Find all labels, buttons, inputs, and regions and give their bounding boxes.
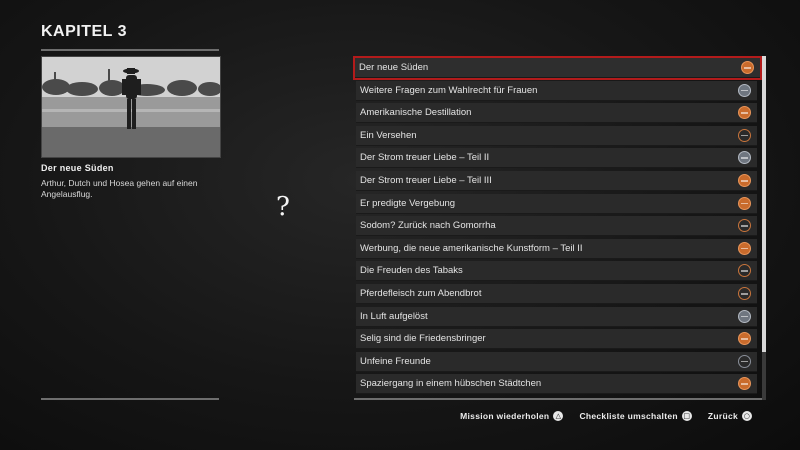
chapter-title: KAPITEL 3 — [41, 23, 127, 40]
silver-medal-icon — [738, 151, 751, 165]
mission-row-label: Sodom? Zurück nach Gomorrha — [360, 220, 496, 232]
mission-row[interactable]: Der Strom treuer Liebe – Teil III — [356, 171, 757, 191]
back-prompt[interactable]: Zurück ○ — [708, 411, 752, 421]
mission-row[interactable]: Pferdefleisch zum Abendbrot — [356, 284, 757, 304]
left-top-divider — [41, 49, 219, 51]
button-prompts: Mission wiederholen △ Checkliste umschal… — [460, 411, 752, 421]
mission-row-label: Weitere Fragen zum Wahlrecht für Frauen — [360, 84, 538, 96]
mission-row-label: Er predigte Vergebung — [360, 197, 456, 209]
mission-row[interactable]: Selig sind die Friedensbringer — [356, 329, 757, 350]
mission-row[interactable]: Sodom? Zurück nach Gomorrha — [356, 216, 757, 237]
back-label: Zurück — [707, 411, 738, 421]
none-medal-icon — [738, 354, 751, 368]
bronze-medal-icon — [738, 128, 751, 142]
mission-row-label: Der Strom treuer Liebe – Teil III — [360, 175, 492, 186]
mission-row[interactable]: Ein Versehen — [356, 125, 757, 146]
replay-mission-label: Mission wiederholen — [460, 411, 550, 421]
gold-medal-icon — [738, 332, 751, 346]
bronze-medal-icon — [738, 287, 751, 300]
selected-mission-name: Der neue Süden — [41, 163, 114, 173]
mission-row-label: Pferdefleisch zum Abendbrot — [360, 288, 482, 299]
mission-row[interactable]: Der Strom treuer Liebe – Teil II — [356, 148, 757, 169]
toggle-checklist-prompt[interactable]: Checkliste umschalten □ — [579, 411, 692, 421]
mission-row-label: Der neue Süden — [359, 62, 429, 73]
mission-list-bottom-divider — [354, 398, 762, 400]
square-button-icon: □ — [681, 411, 692, 421]
gold-medal-icon — [738, 106, 751, 120]
mission-row-label: Spaziergang in einem hübschen Städtchen — [360, 378, 542, 390]
silver-medal-icon — [738, 83, 751, 97]
mission-thumbnail-art — [42, 57, 220, 157]
mouse-cursor-question-icon: ? — [276, 192, 290, 222]
mission-row[interactable]: In Luft aufgelöst — [356, 306, 757, 327]
gold-medal-icon — [738, 196, 751, 210]
mission-row[interactable]: Unfeine Freunde — [356, 351, 757, 372]
mission-row-label: Ein Versehen — [360, 129, 417, 141]
left-bottom-divider — [41, 398, 219, 400]
mission-row[interactable]: Er predigte Vergebung — [356, 193, 757, 214]
gold-medal-icon — [738, 174, 751, 187]
replay-mission-prompt[interactable]: Mission wiederholen △ — [460, 411, 564, 421]
gold-medal-icon — [738, 241, 751, 255]
mission-row-label: Werbung, die neue amerikanische Kunstfor… — [360, 242, 583, 254]
mission-thumbnail — [41, 56, 221, 158]
scrollbar-thumb[interactable] — [762, 56, 766, 352]
bronze-medal-icon — [738, 219, 751, 233]
gold-medal-icon — [738, 377, 751, 391]
mission-row-label: Amerikanische Destillation — [360, 107, 472, 119]
mission-row-label: Die Freuden des Tabaks — [360, 265, 463, 277]
mission-row-label: Unfeine Freunde — [360, 355, 431, 367]
gold-medal-icon — [741, 61, 754, 74]
triangle-button-icon: △ — [553, 411, 564, 421]
mission-row-label: Der Strom treuer Liebe – Teil II — [360, 152, 490, 164]
bronze-medal-icon — [738, 264, 751, 278]
mission-row[interactable]: Werbung, die neue amerikanische Kunstfor… — [356, 238, 757, 259]
circle-button-icon: ○ — [742, 411, 752, 421]
mission-row[interactable]: Die Freuden des Tabaks — [356, 261, 757, 282]
mission-list: Der neue Süden Weitere Fragen zum Wahlrec… — [353, 55, 762, 400]
mission-list-scrollbar[interactable] — [762, 56, 766, 400]
silver-medal-icon — [738, 309, 751, 323]
mission-row[interactable]: Spaziergang in einem hübschen Städtchen — [356, 374, 757, 395]
mission-row[interactable]: Der neue Süden — [353, 56, 762, 80]
mission-row-label: Selig sind die Friedensbringer — [360, 333, 486, 345]
mission-row-label: In Luft aufgelöst — [360, 310, 428, 322]
mission-row[interactable]: Weitere Fragen zum Wahlrecht für Frauen — [356, 80, 757, 101]
selected-mission-description: Arthur, Dutch und Hosea gehen auf einen … — [41, 178, 198, 199]
mission-row[interactable]: Amerikanische Destillation — [356, 103, 757, 124]
toggle-checklist-label: Checkliste umschalten — [579, 411, 678, 421]
